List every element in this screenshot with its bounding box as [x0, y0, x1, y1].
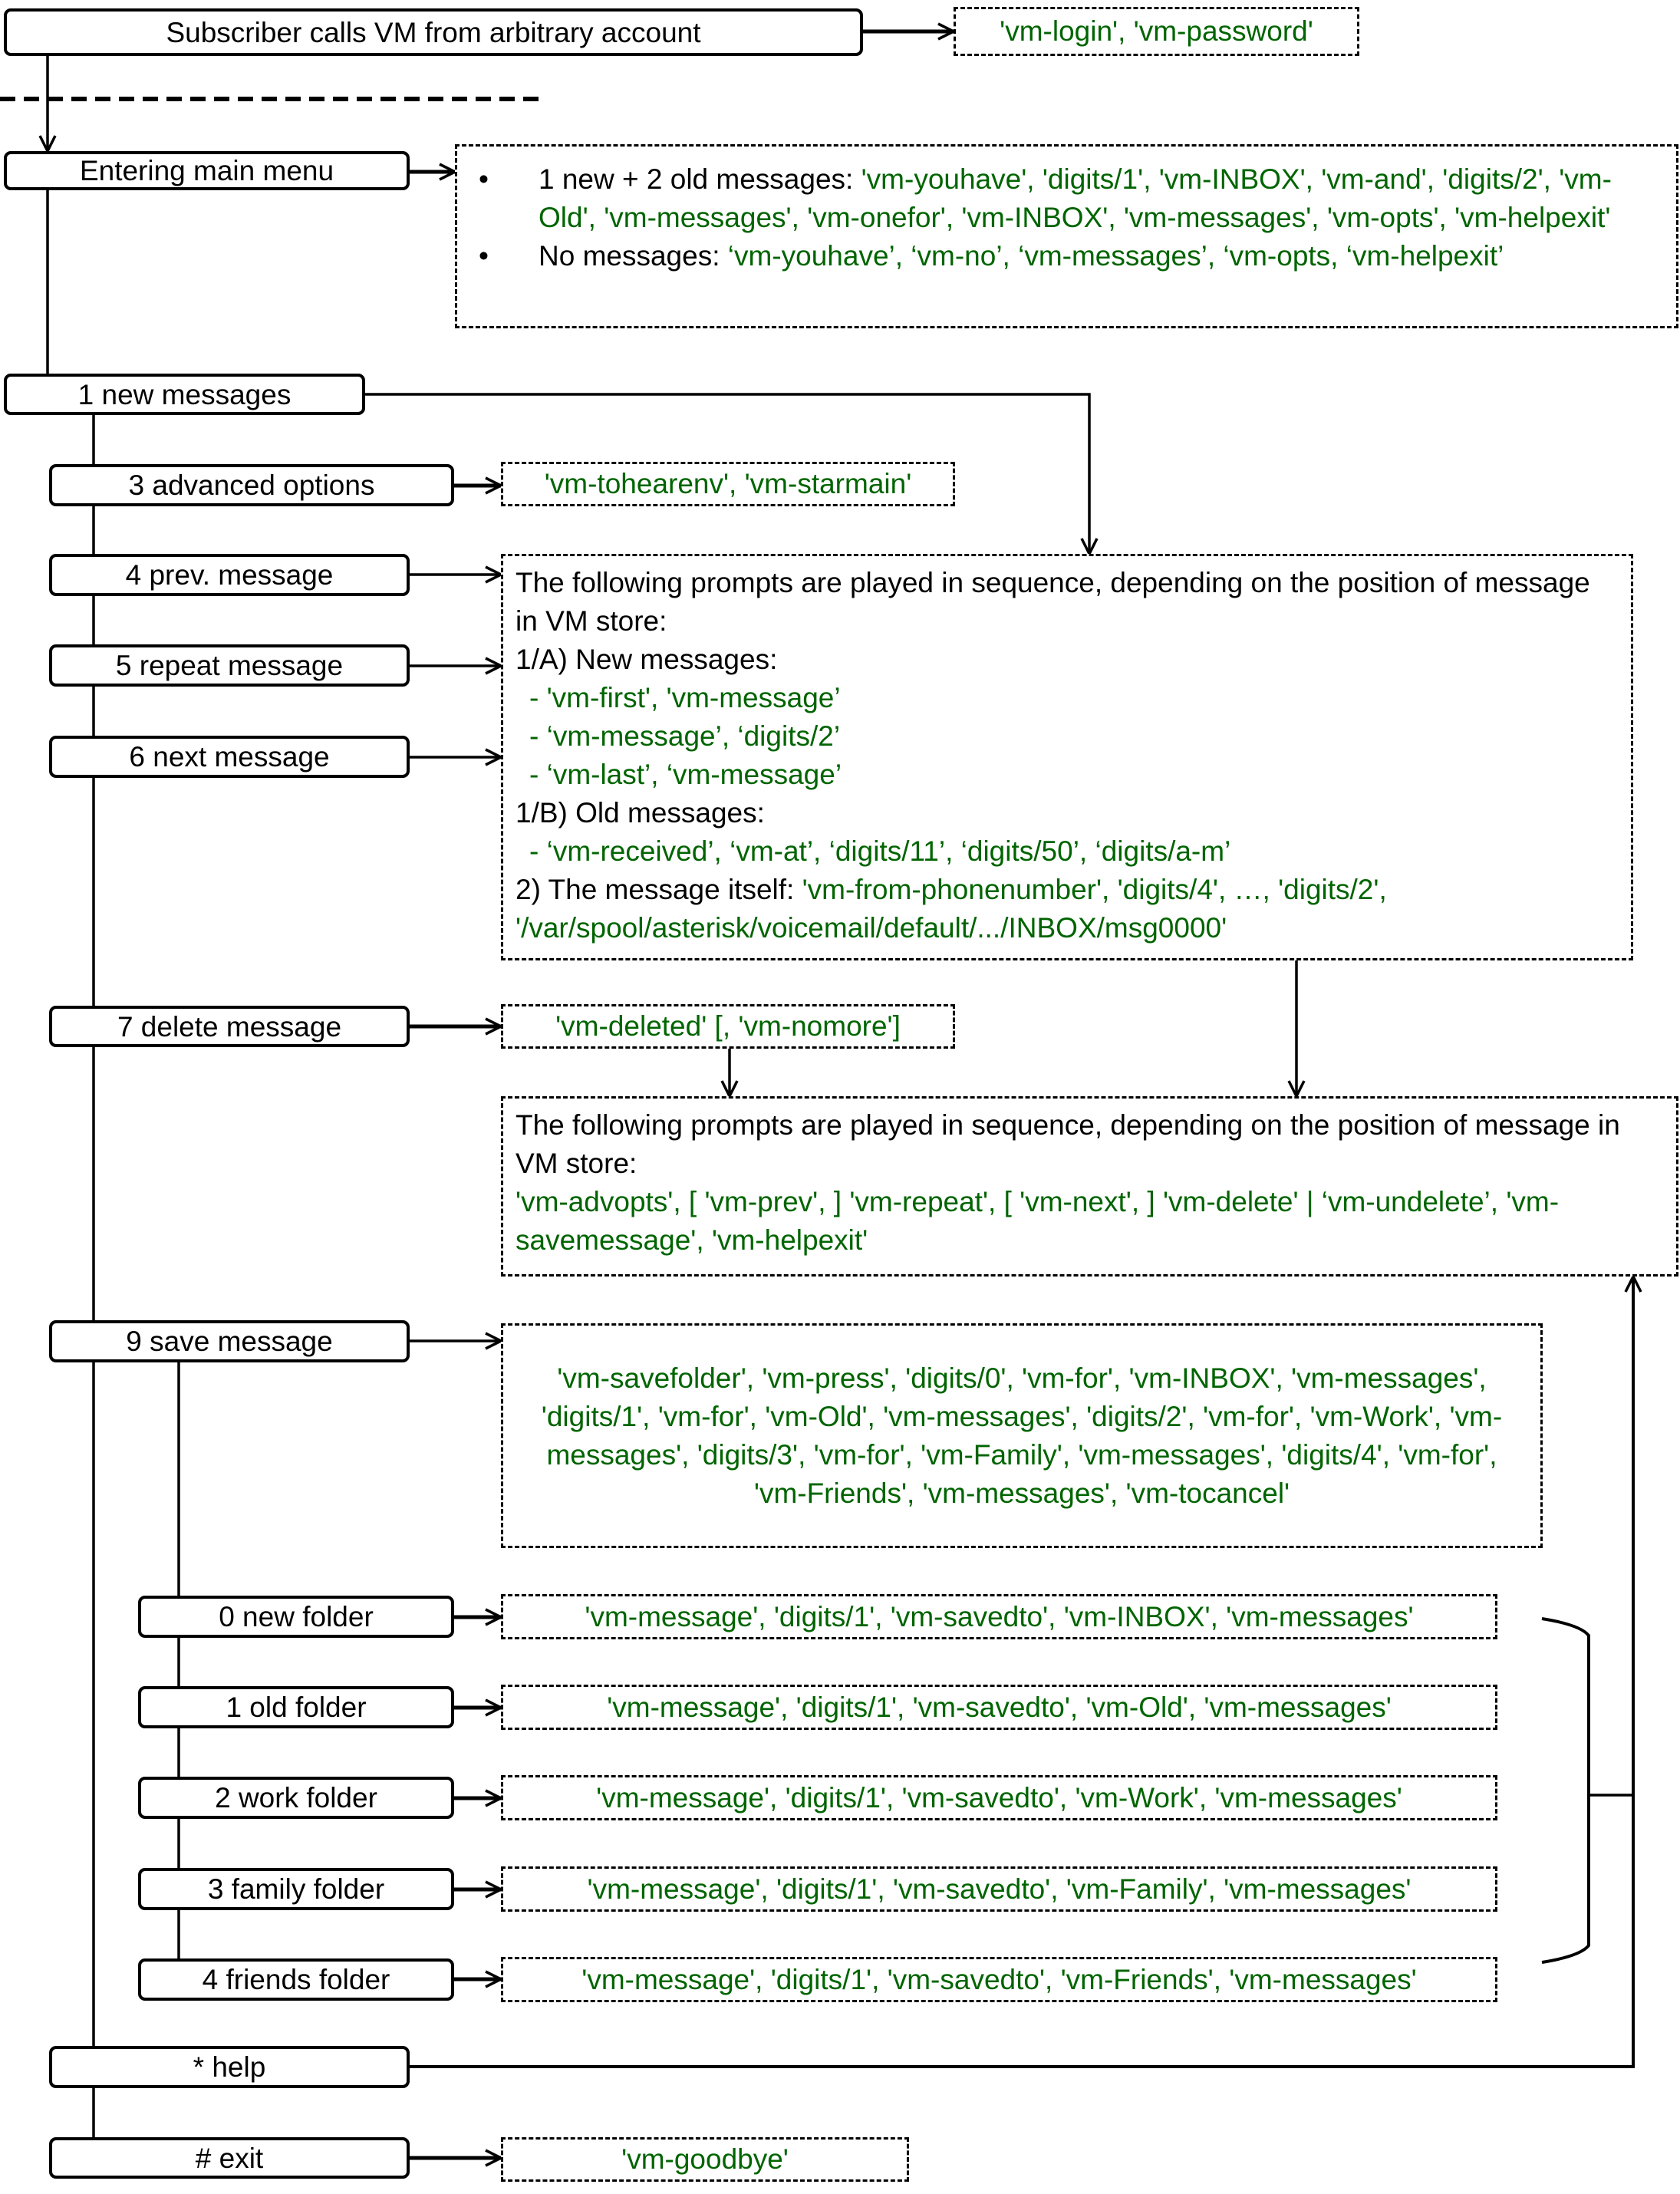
- delete-prompts-box: 'vm-deleted' [, 'vm-nomore']: [501, 1004, 955, 1049]
- bullet-icon: •: [479, 240, 489, 272]
- options-prompts: 'vm-advopts', [ 'vm-prev', ] 'vm-repeat'…: [516, 1186, 1560, 1256]
- message-itself-label: 2) The message itself:: [516, 874, 802, 905]
- save-prompts-text: 'vm-savefolder', 'vm-press', 'digits/0',…: [541, 1362, 1503, 1509]
- folder-prompts-new: 'vm-message', 'digits/1', 'vm-savedto', …: [501, 1594, 1497, 1639]
- folder-prompts-old: 'vm-message', 'digits/1', 'vm-savedto', …: [501, 1685, 1497, 1730]
- new-message-item: - ‘vm-message’, ‘digits/2’: [529, 720, 841, 752]
- login-prompts-box: 'vm-login', 'vm-password': [954, 7, 1359, 56]
- case-prompts: ‘vm-youhave’, ‘vm-no’, ‘vm-messages’, ‘v…: [727, 240, 1504, 272]
- advanced-options-node: 3 advanced options: [49, 464, 454, 506]
- new-messages-heading: 1/A) New messages:: [516, 644, 778, 675]
- old-messages-heading: 1/B) Old messages:: [516, 797, 765, 829]
- case-no-messages: • No messages: ‘vm-youhave’, ‘vm-no’, ‘v…: [468, 237, 1665, 275]
- main-menu-prompts-box: • 1 new + 2 old messages: 'vm-youhave', …: [455, 144, 1678, 328]
- prev-message-node: 4 prev. message: [49, 554, 410, 596]
- delete-message-node: 7 delete message: [49, 1006, 410, 1047]
- new-messages-node: 1 new messages: [4, 374, 365, 415]
- start-node: Subscriber calls VM from arbitrary accou…: [4, 8, 863, 56]
- repeat-message-node: 5 repeat message: [49, 644, 410, 687]
- new-message-item: - ‘vm-last’, ‘vm-message’: [529, 759, 842, 790]
- folders-brace: [1541, 1617, 1590, 1964]
- exit-prompts-box: 'vm-goodbye': [501, 2137, 909, 2182]
- bullet-icon: •: [479, 163, 489, 195]
- message-options-box: The following prompts are played in sequ…: [501, 1096, 1678, 1277]
- exit-node: # exit: [49, 2137, 410, 2179]
- case-new-old: • 1 new + 2 old messages: 'vm-youhave', …: [468, 160, 1665, 237]
- folder-node-old: 1 old folder: [138, 1686, 454, 1728]
- help-node: * help: [49, 2046, 410, 2088]
- save-prompts-box: 'vm-savefolder', 'vm-press', 'digits/0',…: [501, 1323, 1543, 1548]
- playback-intro: The following prompts are played in sequ…: [516, 567, 1590, 637]
- case-label: No messages:: [539, 240, 728, 272]
- advanced-options-prompts-box: 'vm-tohearenv', 'vm-starmain': [501, 462, 955, 506]
- next-message-node: 6 next message: [49, 736, 410, 778]
- folder-prompts-family: 'vm-message', 'digits/1', 'vm-savedto', …: [501, 1866, 1497, 1912]
- message-playback-box: The following prompts are played in sequ…: [501, 554, 1633, 960]
- folder-node-family: 3 family folder: [138, 1868, 454, 1910]
- old-message-item: - ‘vm-received’, ‘vm-at’, ‘digits/11’, ‘…: [529, 835, 1231, 867]
- case-label: 1 new + 2 old messages:: [539, 163, 861, 195]
- folder-prompts-friends: 'vm-message', 'digits/1', 'vm-savedto', …: [501, 1957, 1497, 2002]
- options-intro: The following prompts are played in sequ…: [516, 1109, 1620, 1179]
- folder-node-work: 2 work folder: [138, 1777, 454, 1819]
- folder-node-new: 0 new folder: [138, 1596, 454, 1638]
- save-message-node: 9 save message: [49, 1320, 410, 1362]
- new-message-item: - 'vm-first', 'vm-message’: [529, 682, 841, 713]
- folder-prompts-work: 'vm-message', 'digits/1', 'vm-savedto', …: [501, 1775, 1497, 1820]
- message-itself: 2) The message itself: 'vm-from-phonenum…: [516, 871, 1619, 947]
- main-menu-node: Entering main menu: [4, 151, 410, 190]
- folder-node-friends: 4 friends folder: [138, 1958, 454, 2001]
